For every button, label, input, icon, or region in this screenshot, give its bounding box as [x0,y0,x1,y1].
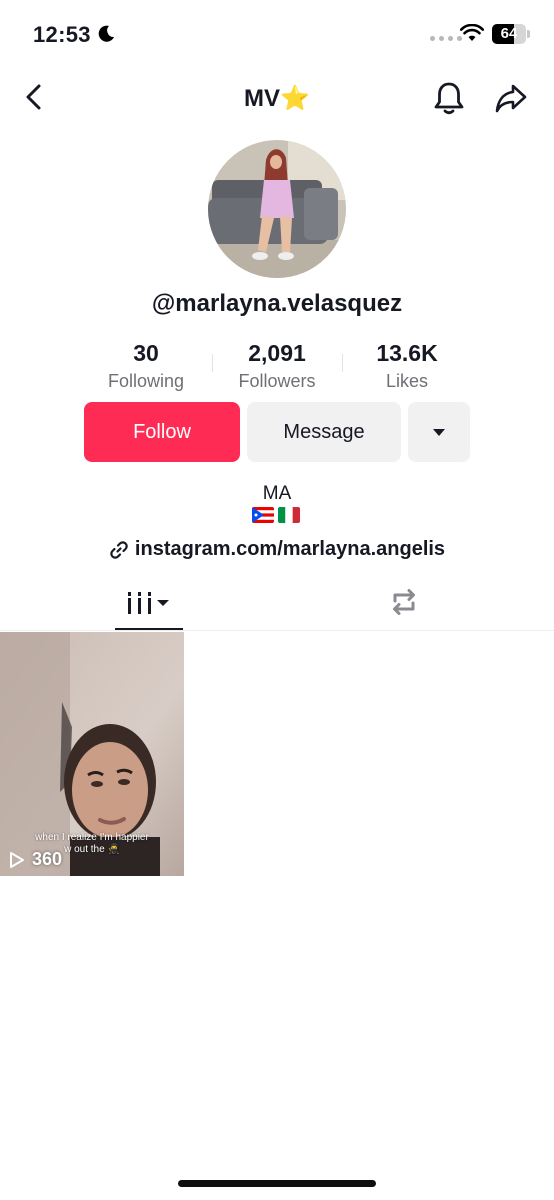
page-title: MV⭐️ [244,85,310,112]
stat-following-value: 30 [133,340,159,366]
bio-link[interactable]: instagram.com/marlayna.angelis [0,538,554,561]
stat-following-label: Following [107,371,185,391]
active-tab-indicator [115,628,183,630]
share-icon[interactable] [494,82,528,114]
stat-likes[interactable]: 13.6K Likes [347,340,467,392]
moon-icon [98,25,114,42]
profile-tabs [0,578,554,631]
italy-flag-icon [278,507,300,523]
username: @marlayna.velasquez [151,290,403,317]
cellular-signal-icon [430,36,462,41]
stat-followers-value: 2,091 [248,340,306,366]
stat-followers-label: Followers [238,371,316,391]
home-indicator [178,1180,376,1187]
stat-divider [342,354,343,372]
tab-videos[interactable] [115,578,183,628]
battery-icon: 64 [492,24,526,44]
stat-followers[interactable]: 2,091 Followers [217,340,337,392]
bell-icon[interactable] [432,80,466,116]
chevron-down-icon [433,428,445,436]
more-options-button[interactable] [408,402,470,462]
link-icon [110,540,128,559]
status-bar: 12:53 64 [0,0,554,70]
wifi-icon [460,24,484,41]
follow-button[interactable]: Follow [84,402,240,462]
video-thumbnail[interactable]: when I realize I'm happier w out the 🥷 3… [0,632,184,876]
stat-following[interactable]: 30 Following [86,340,206,392]
stat-divider [212,354,213,372]
avatar[interactable] [208,140,346,278]
videos-grid-icon [128,592,169,614]
video-view-count: 360 [32,849,63,869]
stat-likes-value: 13.6K [376,340,438,366]
message-button[interactable]: Message [247,402,401,462]
repost-icon[interactable] [388,587,420,617]
puerto-rico-flag-icon [252,507,274,523]
bio-flags [252,507,300,523]
stat-likes-label: Likes [385,371,429,391]
battery-level: 64 [500,25,518,42]
play-icon [10,851,24,868]
video-views: 360 [8,849,62,870]
bio-link-text: instagram.com/marlayna.angelis [134,538,446,560]
status-time: 12:53 [33,22,91,47]
bio-text: MA [262,483,292,504]
